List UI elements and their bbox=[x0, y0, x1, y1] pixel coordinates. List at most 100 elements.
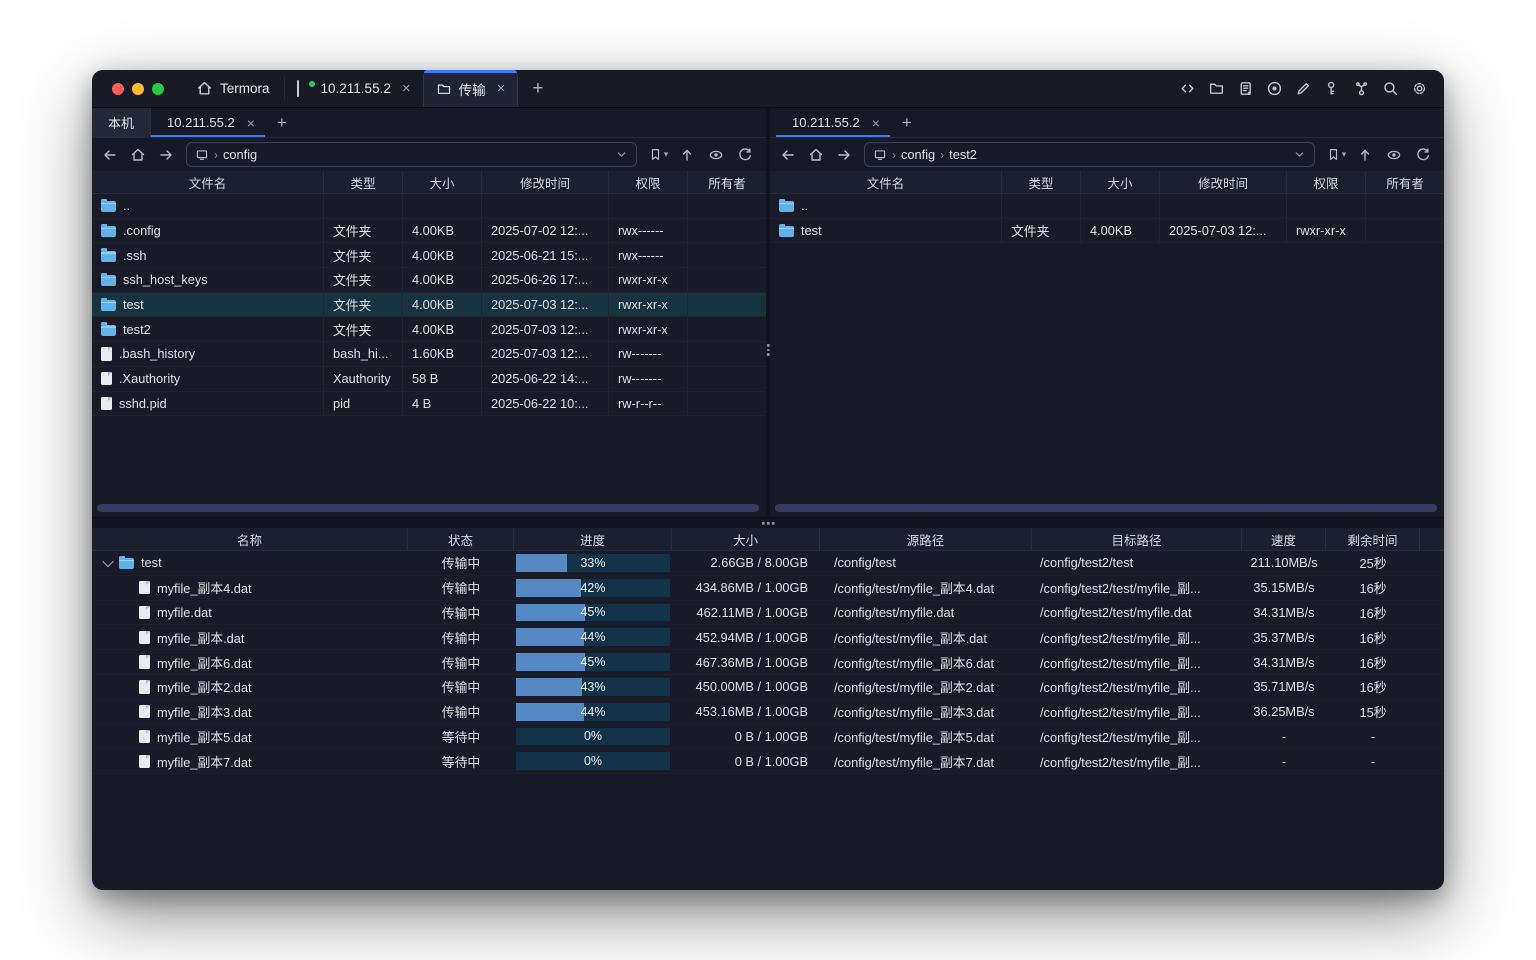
file-row-selected[interactable]: test 文件夹4.00KB2025-07-03 12:...rwxr-xr-x bbox=[92, 293, 766, 318]
transfer-row[interactable]: myfile_副本2.dat 传输中 43% 450.00MB / 1.00GB… bbox=[92, 675, 1444, 700]
close-tab-icon[interactable]: × bbox=[247, 115, 255, 131]
home-button[interactable] bbox=[126, 143, 150, 167]
bookmark-caret-icon[interactable]: ▾ bbox=[1342, 149, 1347, 160]
tab-remote-session[interactable]: 10.211.55.2 × bbox=[776, 108, 890, 137]
file-row-parent[interactable]: .. bbox=[770, 194, 1444, 219]
column-header-size[interactable]: 大小 bbox=[672, 528, 820, 550]
search-icon[interactable] bbox=[1381, 80, 1399, 98]
transfer-name: myfile_副本7.dat bbox=[157, 752, 252, 771]
file-row-parent[interactable]: .. bbox=[92, 194, 766, 219]
settings-gear-icon[interactable] bbox=[1410, 80, 1428, 98]
new-panel-tab-button[interactable]: + bbox=[265, 108, 299, 137]
tab-remote-session[interactable]: 10.211.55.2 × bbox=[151, 108, 265, 137]
column-header-progress[interactable]: 进度 bbox=[514, 528, 672, 550]
zoom-window-button[interactable] bbox=[152, 83, 164, 95]
transfer-row[interactable]: myfile_副本7.dat 等待中 0% 0 B / 1.00GB /conf… bbox=[92, 749, 1444, 774]
tab-transfer[interactable]: 传输 × bbox=[423, 70, 519, 107]
tab-home[interactable]: Termora bbox=[182, 70, 284, 107]
transfer-row[interactable]: myfile_副本3.dat 传输中 44% 453.16MB / 1.00GB… bbox=[92, 700, 1444, 725]
close-tab-icon[interactable]: × bbox=[872, 115, 880, 131]
transfer-row[interactable]: myfile.dat 传输中 45% 462.11MB / 1.00GB /co… bbox=[92, 601, 1444, 626]
column-header-mtime[interactable]: 修改时间 bbox=[1160, 171, 1287, 193]
back-button[interactable] bbox=[776, 143, 800, 167]
breadcrumb-segment[interactable]: config bbox=[223, 147, 257, 162]
tree-expand-icon[interactable] bbox=[102, 556, 113, 567]
tab-server-session[interactable]: 10.211.55.2 × bbox=[285, 70, 423, 107]
show-hidden-eye-button[interactable] bbox=[1381, 143, 1407, 167]
file-row[interactable]: .bash_history bash_hi...1.60KB2025-07-03… bbox=[92, 342, 766, 367]
path-dropdown-icon[interactable] bbox=[615, 148, 628, 161]
path-dropdown-icon[interactable] bbox=[1293, 148, 1306, 161]
file-row[interactable]: .Xauthority Xauthority58 B2025-06-22 14:… bbox=[92, 367, 766, 392]
file-name: .ssh bbox=[123, 248, 146, 263]
edit-icon[interactable] bbox=[1294, 80, 1312, 98]
forward-button[interactable] bbox=[832, 143, 856, 167]
new-tab-button[interactable]: + bbox=[518, 70, 557, 107]
column-header-perm[interactable]: 权限 bbox=[1287, 171, 1366, 193]
splitter-grip-icon bbox=[762, 522, 775, 525]
path-breadcrumb-input[interactable]: › config bbox=[186, 142, 637, 167]
column-header-speed[interactable]: 速度 bbox=[1242, 528, 1326, 550]
close-tab-icon[interactable]: × bbox=[402, 80, 411, 97]
transfer-row[interactable]: myfile_副本4.dat 传输中 42% 434.86MB / 1.00GB… bbox=[92, 576, 1444, 601]
minimize-window-button[interactable] bbox=[132, 83, 144, 95]
path-breadcrumb-input[interactable]: › config › test2 bbox=[864, 142, 1315, 167]
folder-icon[interactable] bbox=[1207, 80, 1225, 98]
column-header-perm[interactable]: 权限 bbox=[609, 171, 688, 193]
refresh-button[interactable] bbox=[732, 143, 758, 167]
column-header-type[interactable]: 类型 bbox=[324, 171, 403, 193]
key-icon[interactable] bbox=[1323, 80, 1341, 98]
column-header-target[interactable]: 目标路径 bbox=[1032, 528, 1242, 550]
column-header-status[interactable]: 状态 bbox=[408, 528, 514, 550]
new-panel-tab-button[interactable]: + bbox=[890, 108, 924, 137]
show-hidden-eye-button[interactable] bbox=[703, 143, 729, 167]
horizontal-scrollbar[interactable] bbox=[775, 504, 1437, 512]
home-button[interactable] bbox=[804, 143, 828, 167]
file-row[interactable]: sshd.pid pid4 B2025-06-22 10:...rw-r--r-… bbox=[92, 392, 766, 417]
back-button[interactable] bbox=[98, 143, 122, 167]
close-tab-icon[interactable]: × bbox=[497, 80, 506, 97]
file-row[interactable]: test 文件夹4.00KB2025-07-03 12:...rwxr-xr-x bbox=[770, 219, 1444, 244]
refresh-button[interactable] bbox=[1410, 143, 1436, 167]
file-row[interactable]: test2 文件夹4.00KB2025-07-03 12:...rwxr-xr-… bbox=[92, 317, 766, 342]
column-header-owner[interactable]: 所有者 bbox=[1366, 171, 1444, 193]
column-header-filename[interactable]: 文件名 bbox=[92, 171, 324, 193]
tab-local-machine[interactable]: 本机 bbox=[92, 108, 151, 137]
folder-icon bbox=[101, 201, 116, 212]
panel-splitter-horizontal[interactable] bbox=[92, 517, 1444, 528]
progress-bar: 33% bbox=[516, 554, 670, 572]
record-icon[interactable] bbox=[1265, 80, 1283, 98]
column-header-filename[interactable]: 文件名 bbox=[770, 171, 1002, 193]
column-header-mtime[interactable]: 修改时间 bbox=[482, 171, 609, 193]
column-header-name[interactable]: 名称 bbox=[92, 528, 408, 550]
bookmark-button[interactable]: ▾ bbox=[645, 143, 671, 167]
file-row[interactable]: .config 文件夹4.00KB2025-07-02 12:...rwx---… bbox=[92, 219, 766, 244]
port-forward-icon[interactable] bbox=[1352, 80, 1370, 98]
column-header-type[interactable]: 类型 bbox=[1002, 171, 1081, 193]
column-header-size[interactable]: 大小 bbox=[403, 171, 482, 193]
column-header-gutter bbox=[1420, 528, 1444, 550]
column-header-eta[interactable]: 剩余时间 bbox=[1326, 528, 1420, 550]
transfer-name: test bbox=[141, 555, 162, 570]
transfer-row[interactable]: myfile_副本6.dat 传输中 45% 467.36MB / 1.00GB… bbox=[92, 650, 1444, 675]
forward-button[interactable] bbox=[154, 143, 178, 167]
bookmark-button[interactable]: ▾ bbox=[1323, 143, 1349, 167]
transfer-row-folder[interactable]: test 传输中 33% 2.66GB / 8.00GB /config/tes… bbox=[92, 551, 1444, 576]
column-header-owner[interactable]: 所有者 bbox=[688, 171, 766, 193]
transfer-row[interactable]: myfile_副本5.dat 等待中 0% 0 B / 1.00GB /conf… bbox=[92, 725, 1444, 750]
close-window-button[interactable] bbox=[112, 83, 124, 95]
column-header-source[interactable]: 源路径 bbox=[820, 528, 1032, 550]
upload-button[interactable] bbox=[1352, 143, 1378, 167]
code-icon[interactable] bbox=[1178, 80, 1196, 98]
breadcrumb-segment[interactable]: config bbox=[901, 147, 935, 162]
horizontal-scrollbar[interactable] bbox=[97, 504, 759, 512]
file-row[interactable]: .ssh 文件夹4.00KB2025-06-21 15:...rwx------ bbox=[92, 243, 766, 268]
breadcrumb-segment[interactable]: test2 bbox=[949, 147, 977, 162]
folder-icon bbox=[779, 201, 794, 212]
transfer-row[interactable]: myfile_副本.dat 传输中 44% 452.94MB / 1.00GB … bbox=[92, 625, 1444, 650]
log-icon[interactable] bbox=[1236, 80, 1254, 98]
bookmark-caret-icon[interactable]: ▾ bbox=[664, 149, 669, 160]
column-header-size[interactable]: 大小 bbox=[1081, 171, 1160, 193]
file-row[interactable]: ssh_host_keys 文件夹4.00KB2025-06-26 17:...… bbox=[92, 268, 766, 293]
upload-button[interactable] bbox=[674, 143, 700, 167]
